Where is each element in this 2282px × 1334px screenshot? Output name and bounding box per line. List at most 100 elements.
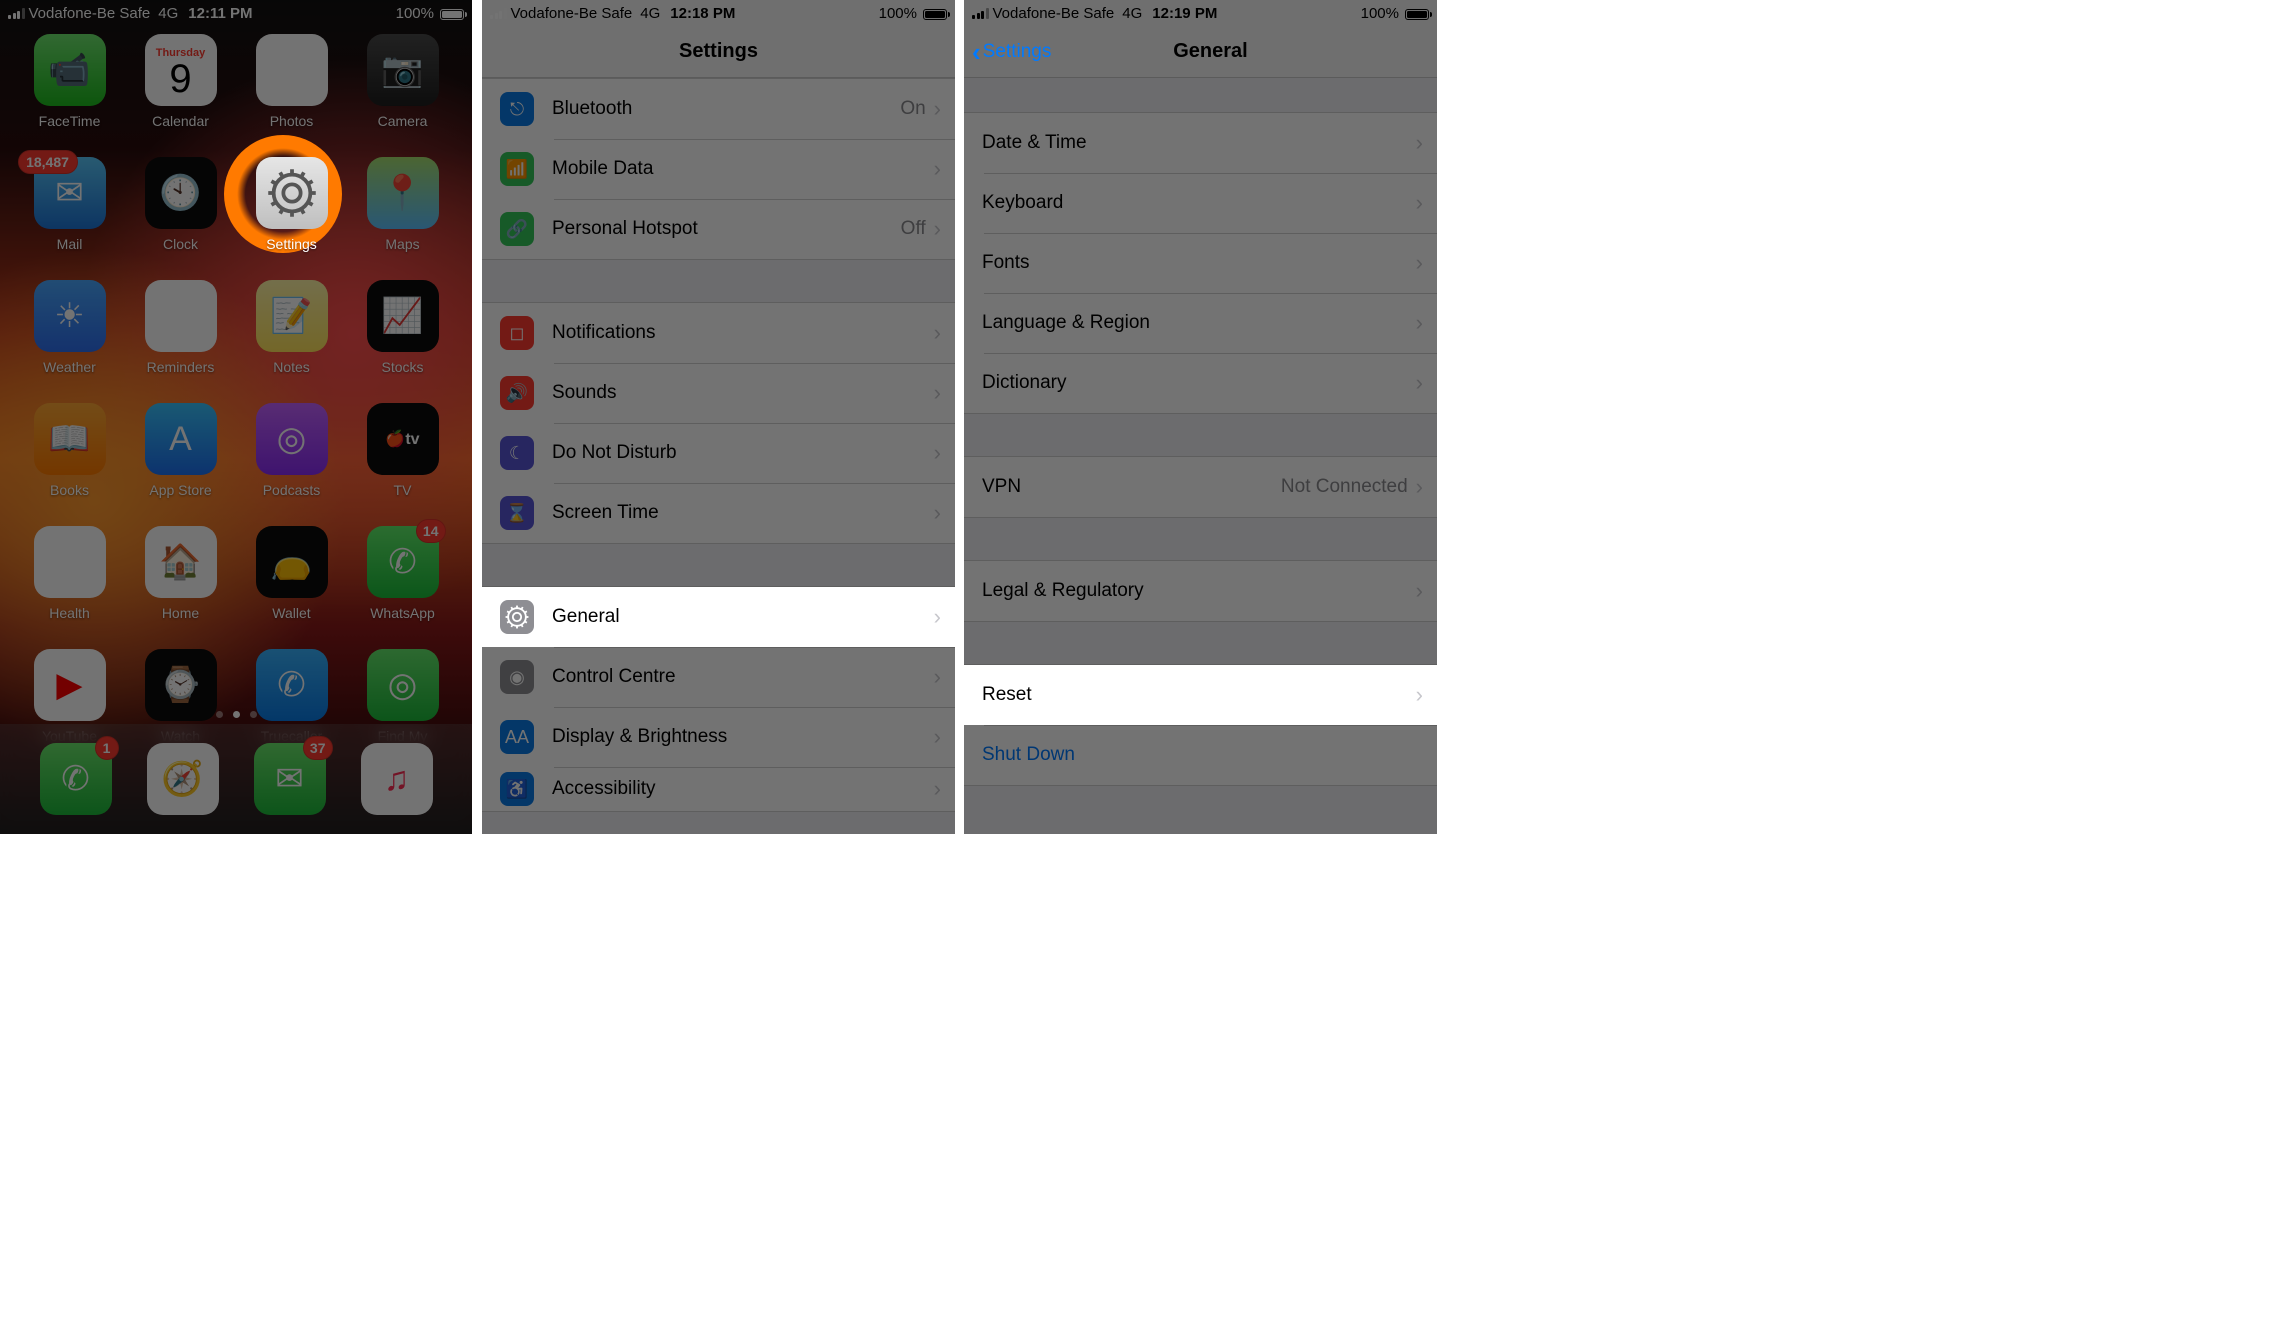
row-do-not-disturb[interactable]: ☾Do Not Disturb› (482, 423, 955, 483)
app-label: FaceTime (39, 113, 101, 129)
app-icon: Thursday9 (145, 34, 217, 106)
app-calendar[interactable]: Thursday9Calendar (135, 34, 226, 129)
row-reset[interactable]: Reset› (964, 665, 1437, 725)
row-label: Do Not Disturb (552, 442, 934, 464)
row-shut-down[interactable]: Shut Down (964, 725, 1437, 785)
app-facetime[interactable]: 📹 FaceTime (24, 34, 115, 129)
app-mail[interactable]: ✉18,487Mail (24, 157, 115, 252)
row-icon: ⌛ (500, 496, 534, 530)
app-tv[interactable]: 🍎tvTV (357, 403, 448, 498)
row-label: Control Centre (552, 666, 934, 688)
app-label: Maps (385, 236, 419, 252)
general-list[interactable]: Date & Time›Keyboard›Fonts›Language & Re… (964, 78, 1437, 834)
battery-icon (1405, 9, 1429, 20)
app-camera[interactable]: 📷Camera (357, 34, 448, 129)
app-settings[interactable]: Settings (246, 157, 337, 252)
row-label: General (552, 606, 934, 628)
app-icon: 👝 (256, 526, 328, 598)
row-label: Bluetooth (552, 98, 900, 120)
app-icon: ♥ (34, 526, 106, 598)
settings-screen: Vodafone-Be Safe 4G 12:18 PM 100% Settin… (482, 0, 955, 834)
row-accessibility[interactable]: ♿Accessibility› (482, 767, 955, 811)
app-home[interactable]: 🏠 Home (135, 526, 226, 621)
app-stocks[interactable]: 📈Stocks (357, 280, 448, 375)
row-icon: ♿ (500, 772, 534, 806)
row-display-brightness[interactable]: AADisplay & Brightness› (482, 707, 955, 767)
back-button[interactable]: ‹ Settings (972, 39, 1051, 65)
row-legal-regulatory[interactable]: Legal & Regulatory› (964, 561, 1437, 621)
app-reminders[interactable]: ≣Reminders (135, 280, 226, 375)
app-label: Clock (163, 236, 198, 252)
page-indicator[interactable] (0, 711, 472, 718)
app-icon: 📝 (256, 280, 328, 352)
row-fonts[interactable]: Fonts› (964, 233, 1437, 293)
row-mobile-data[interactable]: 📶Mobile Data› (482, 139, 955, 199)
row-sounds[interactable]: 🔊Sounds› (482, 363, 955, 423)
app-music[interactable]: ♫ (361, 743, 433, 815)
battery-icon (923, 9, 947, 20)
row-bluetooth[interactable]: ⎋BluetoothOn› (482, 79, 955, 139)
status-bar: Vodafone-Be Safe 4G 12:19 PM 100% (964, 0, 1437, 26)
row-notifications[interactable]: ◻Notifications› (482, 303, 955, 363)
app-icon: 🍎tv (367, 403, 439, 475)
app-photos[interactable]: ✿Photos (246, 34, 337, 129)
battery-label: 100% (1361, 5, 1399, 22)
row-vpn[interactable]: VPNNot Connected› (964, 457, 1437, 517)
app-safari[interactable]: 🧭 (147, 743, 219, 815)
app-icon: 🏠 (145, 526, 217, 598)
settings-list[interactable]: ⎋BluetoothOn›📶Mobile Data›🔗Personal Hots… (482, 78, 955, 834)
network-label: 4G (1122, 5, 1142, 22)
app-messages[interactable]: ✉37 (254, 743, 326, 815)
row-label: Screen Time (552, 502, 934, 524)
network-label: 4G (640, 5, 660, 22)
chevron-right-icon: › (934, 156, 941, 182)
app-health[interactable]: ♥Health (24, 526, 115, 621)
row-language-region[interactable]: Language & Region› (964, 293, 1437, 353)
row-control-centre[interactable]: ◉Control Centre› (482, 647, 955, 707)
app-clock[interactable]: 🕙Clock (135, 157, 226, 252)
app-label: Photos (270, 113, 314, 129)
row-dictionary[interactable]: Dictionary› (964, 353, 1437, 413)
app-label: App Store (149, 482, 211, 498)
row-personal-hotspot[interactable]: 🔗Personal HotspotOff› (482, 199, 955, 259)
row-label: Notifications (552, 322, 934, 344)
row-keyboard[interactable]: Keyboard› (964, 173, 1437, 233)
gear-icon (500, 600, 534, 634)
app-podcasts[interactable]: ◎Podcasts (246, 403, 337, 498)
battery-label: 100% (879, 5, 917, 22)
app-icon: 📍 (367, 157, 439, 229)
chevron-right-icon: › (1416, 250, 1423, 276)
app-label: WhatsApp (370, 605, 435, 621)
row-value: Off (901, 218, 926, 240)
app-wallet[interactable]: 👝Wallet (246, 526, 337, 621)
signal-icon (490, 8, 507, 19)
general-screen: Vodafone-Be Safe 4G 12:19 PM 100% ‹ Sett… (964, 0, 1437, 834)
chevron-right-icon: › (934, 96, 941, 122)
app-weather[interactable]: ☀Weather (24, 280, 115, 375)
app-label: Mail (57, 236, 83, 252)
row-icon: ⎋ (500, 92, 534, 126)
row-label: Dictionary (982, 372, 1416, 394)
app-label: Home (162, 605, 199, 621)
app-label: Notes (273, 359, 310, 375)
app-app-store[interactable]: A App Store (135, 403, 226, 498)
app-phone[interactable]: ✆1 (40, 743, 112, 815)
app-icon: 🧭 (147, 743, 219, 815)
app-books[interactable]: 📖Books (24, 403, 115, 498)
row-icon: 📶 (500, 152, 534, 186)
row-date-time[interactable]: Date & Time› (964, 113, 1437, 173)
app-label: Books (50, 482, 89, 498)
app-notes[interactable]: 📝 Notes (246, 280, 337, 375)
network-label: 4G (158, 5, 178, 22)
chevron-right-icon: › (934, 440, 941, 466)
app-icon: ≣ (145, 280, 217, 352)
app-icon: 📹 (34, 34, 106, 106)
app-maps[interactable]: 📍 Maps (357, 157, 448, 252)
row-screen-time[interactable]: ⌛Screen Time› (482, 483, 955, 543)
navbar: Settings (482, 26, 955, 78)
app-icon: A (145, 403, 217, 475)
app-label: Weather (43, 359, 96, 375)
app-whatsapp[interactable]: ✆14WhatsApp (357, 526, 448, 621)
navbar: ‹ Settings General (964, 26, 1437, 78)
row-general[interactable]: General› (482, 587, 955, 647)
